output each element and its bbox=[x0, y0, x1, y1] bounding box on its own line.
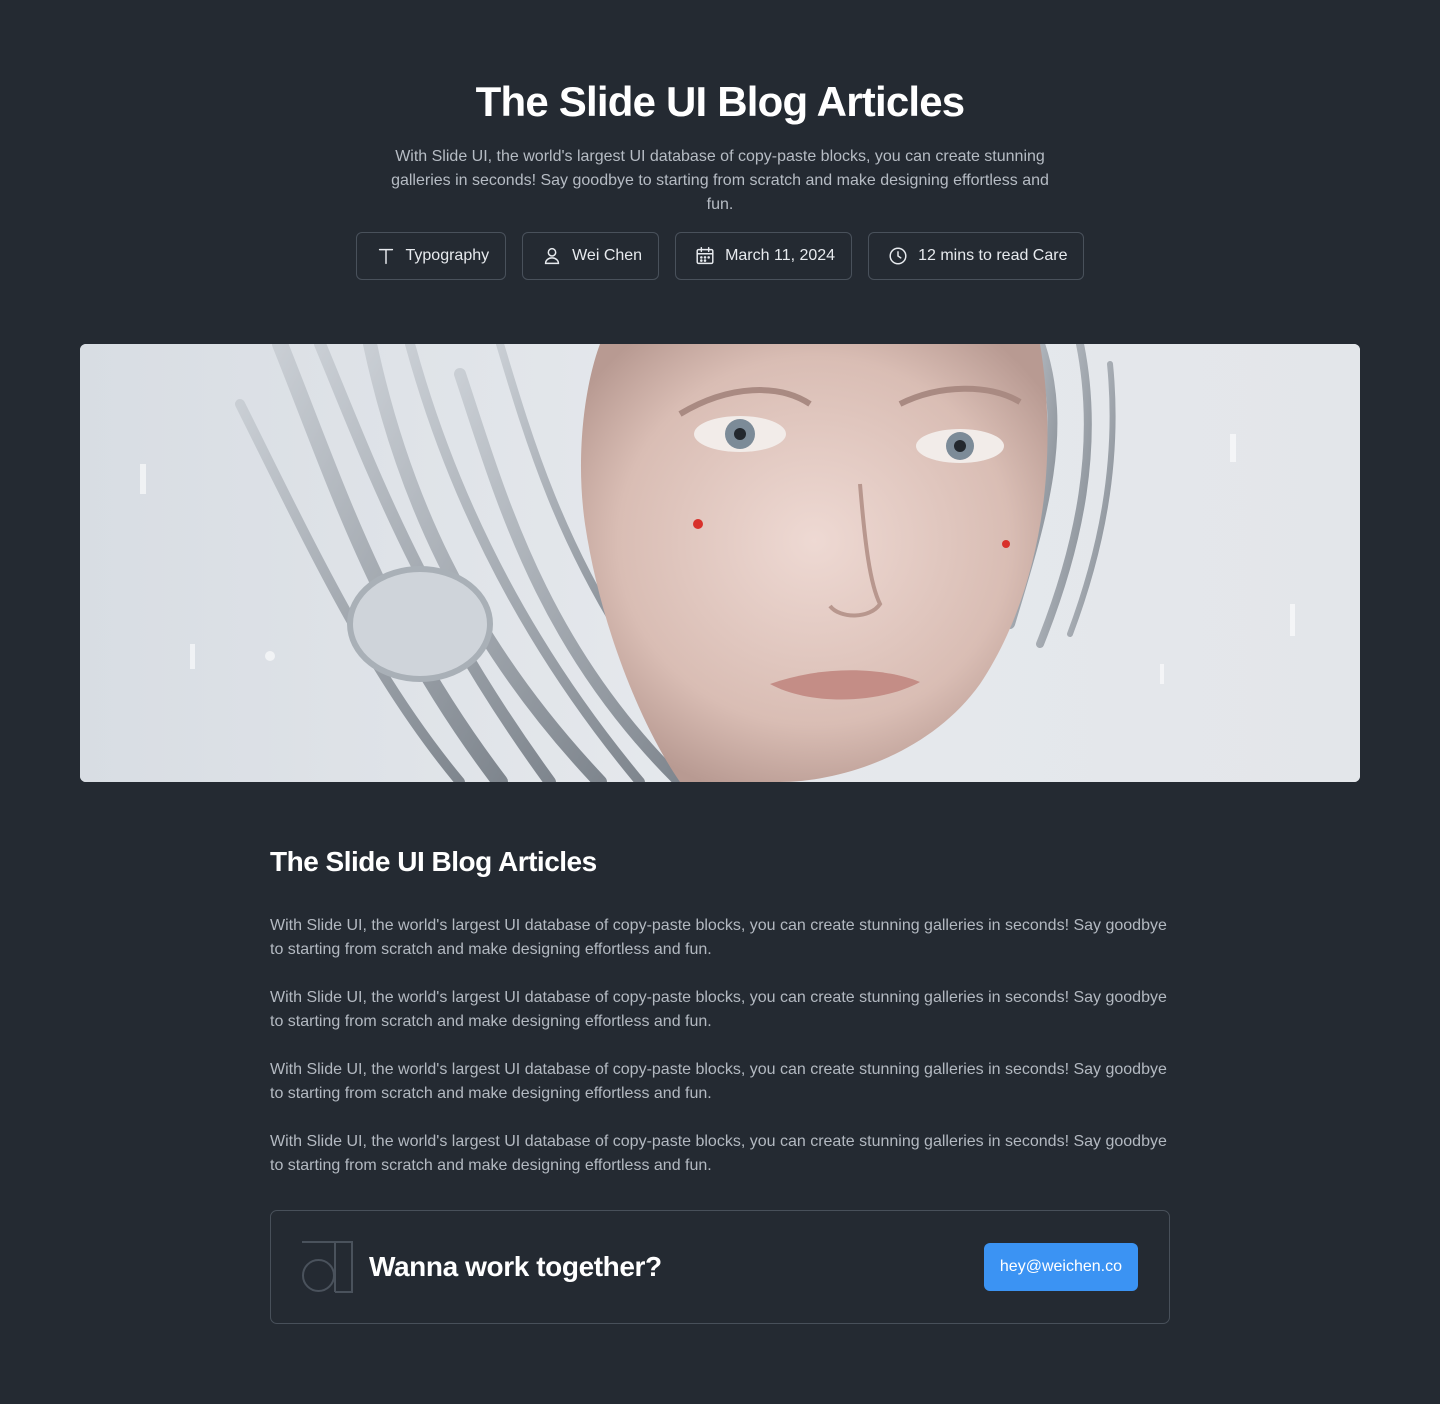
hero-banner-image bbox=[80, 344, 1360, 782]
tag-read-time-label: 12 mins to read Care bbox=[918, 247, 1068, 264]
page-description: With Slide UI, the world's largest UI da… bbox=[391, 148, 1049, 213]
typography-icon bbox=[375, 245, 397, 267]
article-paragraph: With Slide UI, the world's largest UI da… bbox=[270, 917, 1167, 958]
user-icon bbox=[541, 245, 563, 267]
meta-tags: Typography Wei Chen March 11, 2024 12 mi… bbox=[0, 232, 1440, 280]
logo-icon bbox=[301, 1241, 353, 1293]
tag-date-label: March 11, 2024 bbox=[725, 247, 836, 264]
article-paragraph: With Slide UI, the world's largest UI da… bbox=[270, 1061, 1167, 1102]
calendar-icon bbox=[694, 245, 716, 267]
tag-category[interactable]: Typography bbox=[355, 232, 507, 280]
tag-author-label: Wei Chen bbox=[572, 247, 643, 264]
article-title: The Slide UI Blog Articles bbox=[270, 846, 597, 877]
page-title: The Slide UI Blog Articles bbox=[475, 78, 966, 125]
article-body: With Slide UI, the world's largest UI da… bbox=[270, 914, 1170, 1202]
contact-card: Wanna work together? hey@weichen.co bbox=[270, 1210, 1170, 1324]
clock-icon bbox=[887, 245, 909, 267]
tag-author[interactable]: Wei Chen bbox=[522, 232, 660, 280]
article-paragraph: With Slide UI, the world's largest UI da… bbox=[270, 989, 1167, 1030]
contact-card-title: Wanna work together? bbox=[369, 1251, 662, 1282]
tag-category-label: Typography bbox=[405, 247, 490, 264]
article-paragraph: With Slide UI, the world's largest UI da… bbox=[270, 1133, 1167, 1174]
email-button[interactable]: hey@weichen.co bbox=[983, 1243, 1138, 1291]
tag-date[interactable]: March 11, 2024 bbox=[675, 232, 853, 280]
tag-read-time[interactable]: 12 mins to read Care bbox=[868, 232, 1085, 280]
